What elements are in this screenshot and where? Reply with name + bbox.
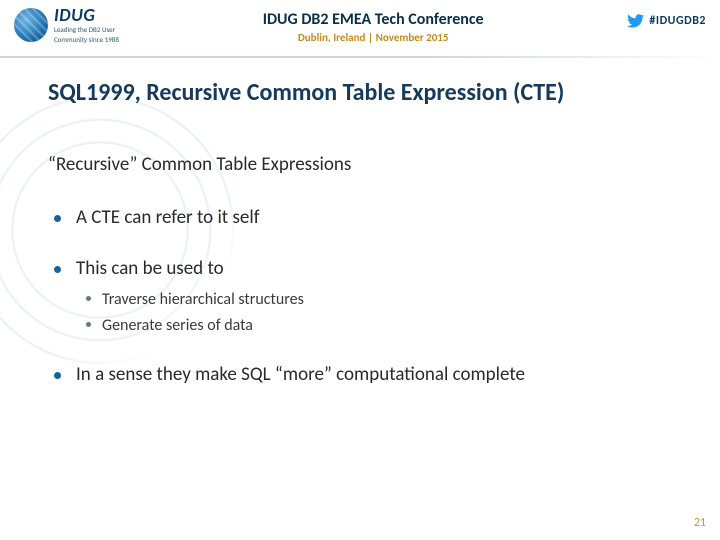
twitter-bird-icon — [627, 12, 645, 30]
logo-main-text: IDUG — [54, 6, 119, 24]
header-center: IDUG DB2 EMEA Tech Conference Dublin, Ir… — [119, 6, 628, 44]
bullet-item: In a sense they make SQL “more” computat… — [48, 363, 674, 388]
header-right: #IDUGDB2 — [627, 6, 706, 30]
hashtag-text: #IDUGDB2 — [649, 14, 706, 28]
bullet-list-level1: A CTE can refer to it self This can be u… — [48, 206, 674, 387]
logo-text-block: IDUG Leading the DB2 User Community sinc… — [54, 6, 119, 43]
sub-bullet-item: Generate series of data — [76, 315, 674, 337]
page-number: 21 — [694, 516, 706, 530]
logo-tagline-1: Leading the DB2 User — [54, 26, 119, 34]
conference-title: IDUG DB2 EMEA Tech Conference — [119, 10, 628, 29]
logo-tagline-2: Community since 1988 — [54, 36, 119, 44]
conference-subtitle: Dublin, Ireland | November 2015 — [119, 31, 628, 44]
bullet-text: A CTE can refer to it self — [76, 206, 260, 229]
slide: IDUG Leading the DB2 User Community sinc… — [0, 0, 720, 540]
bullet-list-level2: Traverse hierarchical structures Generat… — [76, 289, 674, 336]
content-area: SQL1999, Recursive Common Table Expressi… — [0, 58, 720, 387]
sub-bullet-item: Traverse hierarchical structures — [76, 289, 674, 311]
idug-logo: IDUG Leading the DB2 User Community sinc… — [14, 6, 119, 43]
bullet-text: This can be used to — [76, 257, 224, 280]
bullet-item: This can be used to Traverse hierarchica… — [48, 257, 674, 337]
bullet-item: A CTE can refer to it self — [48, 206, 674, 231]
bullet-text: In a sense they make SQL “more” computat… — [76, 363, 525, 386]
sub-bullet-text: Generate series of data — [102, 316, 253, 335]
slide-subheading: “Recursive” Common Table Expressions — [48, 153, 674, 176]
header-bar: IDUG Leading the DB2 User Community sinc… — [0, 0, 720, 58]
sub-bullet-text: Traverse hierarchical structures — [102, 290, 304, 309]
slide-title: SQL1999, Recursive Common Table Expressi… — [48, 78, 674, 107]
globe-icon — [14, 8, 48, 42]
